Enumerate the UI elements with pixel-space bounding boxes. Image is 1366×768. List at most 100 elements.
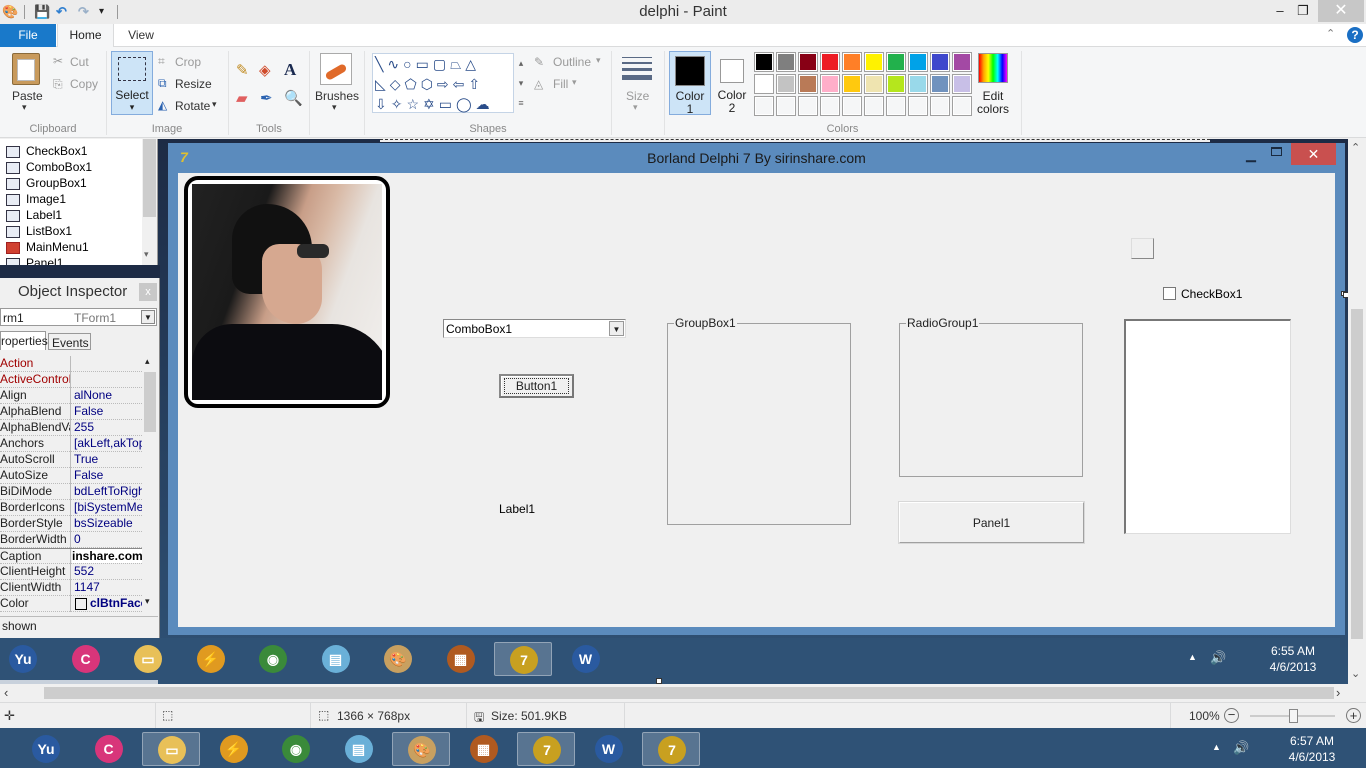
form-maximize-button[interactable] <box>1271 147 1282 156</box>
panel1[interactable]: Panel1 <box>899 502 1084 543</box>
eraser-icon[interactable]: ▰ <box>236 89 248 107</box>
taskbar-button[interactable]: 7 <box>517 732 575 766</box>
shapes-scroll[interactable]: ▴ ▾ ≡ <box>514 53 528 113</box>
property-value[interactable]: clBtnFace <box>74 596 142 610</box>
taskbar-button[interactable]: ▭ <box>119 642 177 676</box>
image1[interactable] <box>184 176 390 408</box>
taskbar-button[interactable]: C <box>80 732 138 766</box>
palette-color-swatch[interactable] <box>864 52 884 72</box>
volume-icon[interactable]: 🔊 <box>1210 650 1226 666</box>
taskbar-button[interactable]: ▤ <box>307 642 365 676</box>
palette-color-swatch[interactable] <box>754 74 774 94</box>
paste-button[interactable]: Paste <box>12 89 43 103</box>
object-selector[interactable]: rm1 TForm1 ▼ <box>0 308 157 326</box>
tab-file[interactable]: File <box>0 24 56 47</box>
taskbar-button[interactable]: ▭ <box>142 732 200 766</box>
collapse-ribbon-icon[interactable]: ⌃ <box>1326 27 1335 40</box>
chevron-down-icon[interactable]: ▼ <box>609 321 624 336</box>
paste-icon[interactable] <box>12 53 40 85</box>
property-value[interactable]: 552 <box>74 564 142 578</box>
palette-empty-swatch[interactable] <box>930 96 950 116</box>
size-dropdown-icon[interactable]: ▾ <box>633 102 638 113</box>
property-row[interactable]: AutoScroll True <box>0 452 142 468</box>
rotate-dropdown-icon[interactable]: ▾ <box>212 99 217 110</box>
property-value[interactable]: alNone <box>74 388 142 402</box>
zoom-in-button[interactable]: + <box>1346 708 1361 723</box>
palette-empty-swatch[interactable] <box>908 96 928 116</box>
palette-empty-swatch[interactable] <box>842 96 862 116</box>
palette-color-swatch[interactable] <box>754 52 774 72</box>
tree-item[interactable]: Image1 <box>6 192 66 208</box>
scroll-left-icon[interactable]: ‹ <box>4 685 8 700</box>
show-hidden-icons[interactable]: ▲ <box>1188 652 1197 662</box>
inner-clock[interactable]: 6:55 AM 4/6/2013 <box>1250 643 1336 675</box>
tree-item[interactable]: ComboBox1 <box>6 160 92 176</box>
scroll-down-icon[interactable]: ⌄ <box>1351 667 1360 680</box>
horizontal-scrollbar[interactable]: ‹ › <box>0 684 1348 702</box>
edit-colors-icon[interactable] <box>978 53 1008 83</box>
size-icon[interactable] <box>622 57 652 80</box>
property-row[interactable]: Align alNone <box>0 388 142 404</box>
help-icon[interactable]: ? <box>1347 27 1363 43</box>
shapes-row[interactable]: ╲∿○▭▢⏢△ <box>375 54 480 74</box>
palette-color-swatch[interactable] <box>798 52 818 72</box>
scroll-up-icon[interactable]: ⌃ <box>1351 141 1360 154</box>
zoom-slider[interactable] <box>1250 709 1335 723</box>
palette-empty-swatch[interactable] <box>886 96 906 116</box>
fill-dropdown-icon[interactable]: ▾ <box>572 77 577 88</box>
brushes-dropdown-icon[interactable]: ▾ <box>332 102 337 113</box>
tree-item[interactable]: ListBox1 <box>6 224 72 240</box>
property-row[interactable]: BorderStyle bsSizeable <box>0 516 142 532</box>
property-value[interactable]: False <box>74 468 142 482</box>
crop-button[interactable]: Crop <box>175 55 201 69</box>
magnifier-icon[interactable]: 🔍 <box>284 89 303 107</box>
text-tool-icon[interactable]: A <box>284 60 296 80</box>
zoom-out-button[interactable]: − <box>1224 708 1239 723</box>
palette-color-swatch[interactable] <box>820 74 840 94</box>
shapes-row[interactable]: ⇩✧☆✡▭◯☁ <box>375 94 494 114</box>
palette-color-swatch[interactable] <box>886 52 906 72</box>
property-value[interactable]: bsSizeable <box>74 516 142 530</box>
unnamed-component[interactable] <box>1131 238 1154 259</box>
taskbar-button[interactable]: ◉ <box>267 732 325 766</box>
taskbar-button[interactable]: ▦ <box>455 732 513 766</box>
taskbar-button[interactable]: W <box>580 732 638 766</box>
tree-item[interactable]: GroupBox1 <box>6 176 87 192</box>
palette-empty-swatch[interactable] <box>820 96 840 116</box>
property-value[interactable]: 255 <box>74 420 142 434</box>
cut-button[interactable]: Cut <box>70 55 89 69</box>
tab-home[interactable]: Home <box>57 24 114 48</box>
paste-dropdown-icon[interactable]: ▾ <box>22 102 27 113</box>
property-value[interactable]: True <box>74 452 142 466</box>
palette-color-swatch[interactable] <box>908 74 928 94</box>
rotate-button[interactable]: Rotate <box>175 99 210 113</box>
palette-color-swatch[interactable] <box>952 74 972 94</box>
palette-color-swatch[interactable] <box>930 52 950 72</box>
taskbar-button[interactable]: 🎨 <box>392 732 450 766</box>
fill-button[interactable]: Fill <box>553 77 568 91</box>
property-row[interactable]: Caption inshare.com <box>0 548 142 565</box>
edit-colors-button[interactable]: Edit colors <box>970 90 1016 116</box>
property-row[interactable]: Color clBtnFace <box>0 596 142 612</box>
outline-button[interactable]: Outline <box>553 55 591 69</box>
scroll-thumb[interactable] <box>1351 309 1363 639</box>
tab-view[interactable]: View <box>114 24 168 47</box>
size-button[interactable]: Size <box>626 89 649 103</box>
property-row[interactable]: ClientHeight 552 <box>0 564 142 580</box>
palette-color-swatch[interactable] <box>842 74 862 94</box>
brushes-button[interactable]: Brushes <box>315 89 359 103</box>
radiogroup1[interactable]: RadioGroup1 <box>899 316 1083 477</box>
scroll-right-icon[interactable]: › <box>1336 685 1340 700</box>
palette-color-swatch[interactable] <box>798 74 818 94</box>
tab-properties[interactable]: roperties <box>0 331 48 350</box>
system-clock[interactable]: 6:57 AM 4/6/2013 <box>1272 733 1352 765</box>
brushes-icon[interactable] <box>320 53 352 85</box>
taskbar-button[interactable]: C <box>57 642 115 676</box>
checkbox1[interactable] <box>1163 287 1176 300</box>
close-button[interactable]: ✕ <box>1318 0 1364 22</box>
close-inspector-button[interactable]: x <box>139 283 157 301</box>
object-tree-view[interactable]: CheckBox1 ComboBox1 GroupBox1 Image1 Lab… <box>0 139 158 265</box>
tree-item[interactable]: MainMenu1 <box>6 240 89 256</box>
shapes-row[interactable]: ◺◇⬠⬡⇨⇦⇧ <box>375 74 484 94</box>
outline-dropdown-icon[interactable]: ▾ <box>596 55 601 66</box>
